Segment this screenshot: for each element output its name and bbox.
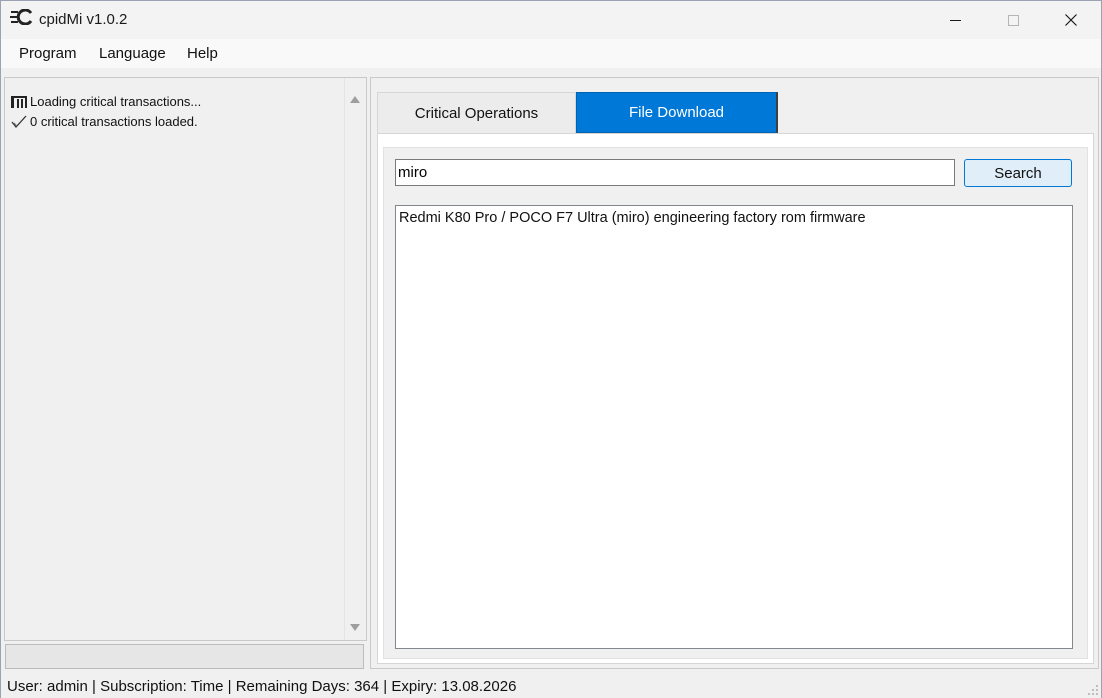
- search-input[interactable]: [395, 159, 955, 186]
- title-bar[interactable]: cpidMi v1.0.2: [1, 1, 1101, 39]
- file-download-group: Search Redmi K80 Pro / POCO F7 Ultra (mi…: [383, 147, 1088, 659]
- log-line: 0 critical transactions loaded.: [11, 114, 198, 129]
- tab-critical-operations[interactable]: Critical Operations: [377, 92, 576, 133]
- maximize-icon: [1007, 14, 1019, 26]
- scroll-down-icon[interactable]: [350, 624, 360, 631]
- minimize-button[interactable]: [926, 1, 984, 39]
- close-icon: [1065, 14, 1077, 26]
- scroll-up-icon[interactable]: [350, 96, 360, 103]
- maximize-button[interactable]: [984, 1, 1042, 39]
- tab-file-download[interactable]: File Download: [576, 92, 778, 133]
- menu-program[interactable]: Program: [19, 45, 77, 62]
- checkmark-icon: [11, 115, 27, 128]
- file-download-page: Search Redmi K80 Pro / POCO F7 Ultra (mi…: [377, 133, 1094, 664]
- status-text: User: admin | Subscription: Time | Remai…: [7, 678, 517, 695]
- search-button[interactable]: Search: [964, 159, 1072, 187]
- close-button[interactable]: [1042, 1, 1100, 39]
- app-logo-icon: [10, 9, 33, 25]
- log-text: Loading critical transactions...: [30, 94, 202, 109]
- results-list[interactable]: Redmi K80 Pro / POCO F7 Ultra (miro) eng…: [395, 205, 1073, 649]
- app-window: cpidMi v1.0.2 Program Language Help Load…: [0, 0, 1102, 698]
- window-title: cpidMi v1.0.2: [39, 11, 128, 28]
- log-line: Loading critical transactions...: [11, 94, 201, 109]
- log-panel[interactable]: Loading critical transactions... 0 criti…: [4, 77, 367, 641]
- log-scrollbar[interactable]: [344, 78, 366, 640]
- loading-bars-icon: [11, 95, 27, 108]
- menu-language[interactable]: Language: [99, 45, 166, 62]
- list-item[interactable]: Redmi K80 Pro / POCO F7 Ultra (miro) eng…: [399, 210, 866, 226]
- resize-grip-icon[interactable]: [1087, 684, 1099, 696]
- log-text: 0 critical transactions loaded.: [30, 114, 198, 129]
- menu-help[interactable]: Help: [187, 45, 218, 62]
- progress-bar: [5, 644, 364, 669]
- menu-bar: Program Language Help: [1, 39, 1101, 68]
- main-panel: Critical Operations File Download Search…: [370, 77, 1099, 669]
- status-bar: User: admin | Subscription: Time | Remai…: [1, 674, 1101, 698]
- minimize-icon: [949, 19, 961, 21]
